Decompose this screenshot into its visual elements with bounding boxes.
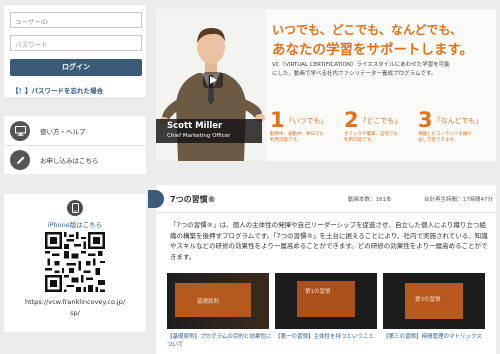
video-caption[interactable]: 【第三の習慣】時間管理のマトリックス (383, 333, 489, 341)
section-marker (148, 190, 164, 208)
login-button[interactable]: ログイン (10, 59, 142, 76)
presenter-name: Scott Miller (167, 121, 223, 131)
feature-anytimes: 3「なんどでも」 視聴したコンテンツを繰り返し学習できます。 (418, 109, 482, 144)
total-time: 合計再生時間：17時間47分 (424, 197, 493, 203)
apply-link[interactable]: お申し込みはこちら (4, 145, 146, 174)
play-button[interactable] (203, 72, 223, 88)
hero-headline-2: あなたの学習をサポートします。 (272, 42, 474, 58)
presenter-title: Chief Marketing Officer (167, 133, 231, 139)
help-panel: 使い方・ヘルプ お申し込みはこちら (4, 116, 146, 174)
password-field[interactable]: パスワード (10, 35, 142, 51)
video-thumbnail[interactable]: 第1の習慣 (275, 273, 377, 329)
feature-desc: 勤務中、通勤中、休日でも利用可能です。 (270, 132, 324, 143)
monitor-icon (10, 120, 30, 141)
forgot-password-link[interactable]: 【！】パスワードを忘れた場合 (12, 85, 103, 95)
feature-desc: 視聴したコンテンツを繰り返し学習できます。 (418, 132, 472, 143)
presenter-caption: Scott Miller Chief Marketing Officer (156, 119, 262, 143)
course-panel: 7つの習慣® 動画本数：161本 合計再生時間：17時間47分 「7つの習慣®」… (148, 185, 496, 354)
hero-headline-1: いつでも、どこでも、なんどでも、 (272, 23, 462, 37)
iphone-panel: iPhone版はこちら https://vcw.franklincovey.co… (4, 194, 146, 332)
feature-anytime: 1「いつでも」 勤務中、通勤中、休日でも利用可能です。 (270, 109, 328, 144)
video-thumbnail[interactable]: 基礎原則 (167, 273, 269, 329)
iphone-link[interactable]: iPhone版はこちら (4, 219, 146, 229)
feature-anywhere: 2「どこでも」 オフィスや電車、自宅でも利用可能です。 (344, 109, 402, 144)
apply-label: お申し込みはこちら (40, 157, 99, 165)
hero-description: VC（VIRTUAL CERTIFICATION）ライススタイルにあわせた学習を… (272, 61, 492, 79)
feature-number: 2 (344, 108, 359, 132)
mobile-url-line1: https://vcw.franklincovey.co.jp/ (24, 298, 126, 306)
video-count: 動画本数：161本 (348, 197, 392, 203)
hero-banner: Scott Miller Chief Marketing Officer いつで… (156, 9, 496, 161)
course-title[interactable]: 7つの習慣® (170, 194, 216, 205)
mobile-url-line2: sp/ (70, 309, 80, 317)
course-description: 「7つの習慣®」は、個人の主体性の発揮や自己リーダーシップを促進させ、自立した個… (170, 221, 488, 261)
help-label: 使い方・ヘルプ (40, 127, 86, 136)
mobile-url[interactable]: https://vcw.franklincovey.co.jp/ sp/ (4, 297, 146, 319)
feature-desc: オフィスや電車、自宅でも利用可能です。 (344, 132, 398, 143)
user-id-field[interactable]: ユーザーID (10, 12, 142, 28)
course-header: 7つの習慣® 動画本数：161本 合計再生時間：17時間47分 (148, 185, 496, 213)
help-link[interactable]: 使い方・ヘルプ (4, 116, 146, 145)
smartphone-icon (67, 200, 83, 216)
pencil-icon (10, 150, 30, 170)
thumb-title: 基礎原則 (197, 299, 220, 305)
video-thumbnail[interactable]: 第3の習慣 (383, 273, 485, 329)
video-caption[interactable]: 【基礎原則】プログラムの目的と効果性について (167, 333, 273, 349)
video-caption[interactable]: 【第一の習慣】主体性を持つということ (275, 333, 381, 341)
thumb-title: 第3の習慣 (415, 297, 441, 303)
feature-title: 「いつでも」 (285, 117, 328, 125)
hero-desc-line2: にした、動画で学べる社内ファシリテーター養成プログラムです。 (272, 71, 437, 77)
feature-number: 1 (270, 108, 285, 132)
qr-code (45, 232, 105, 292)
thumb-title: 第1の習慣 (305, 289, 331, 295)
login-panel: ユーザーID パスワード ログイン 【！】パスワードを忘れた場合 (4, 5, 146, 97)
feature-title: 「どこでも」 (359, 117, 402, 125)
feature-number: 3 (418, 108, 433, 132)
feature-title: 「なんどでも」 (433, 117, 483, 125)
hero-desc-line1: VC（VIRTUAL CERTIFICATION）ライススタイルにあわせた学習を… (272, 62, 450, 68)
